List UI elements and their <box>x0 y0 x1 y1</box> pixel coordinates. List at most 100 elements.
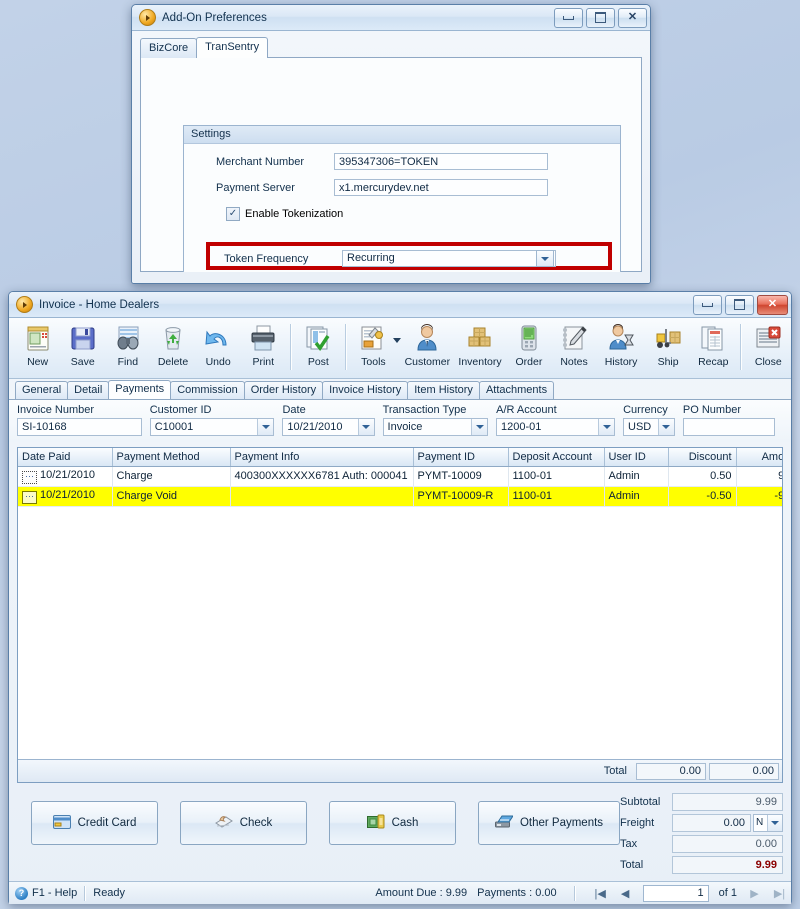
addon-window-body: BizCore TranSentry Settings Merchant Num… <box>132 31 650 283</box>
cash-button[interactable]: Cash <box>329 801 456 845</box>
next-record-button[interactable]: ▶ <box>747 887 762 900</box>
toolbar-find-button[interactable]: Find <box>105 321 150 376</box>
grid-empty-area[interactable] <box>18 506 782 759</box>
toolbar-history-button[interactable]: History <box>597 321 646 376</box>
addon-titlebar: Add-On Preferences ✕ <box>132 5 650 31</box>
header-field-labels: Invoice Number Customer ID Date Transact… <box>17 404 783 416</box>
undo-arrow-icon <box>203 321 233 355</box>
chevron-down-icon[interactable] <box>471 419 488 435</box>
order-device-icon <box>514 321 544 355</box>
chevron-down-icon[interactable] <box>767 814 782 831</box>
enable-tokenization-row[interactable]: ✓ Enable Tokenization <box>226 207 620 221</box>
chevron-down-icon[interactable] <box>657 419 674 435</box>
chevron-down-icon[interactable] <box>536 250 554 267</box>
cell-user-id: Admin <box>604 486 669 507</box>
cell-discount: 0.50 <box>668 466 737 487</box>
col-discount[interactable]: Discount <box>668 448 737 467</box>
tab-payments[interactable]: Payments <box>108 380 172 399</box>
row-selector-icon[interactable]: ⋯ <box>22 490 37 504</box>
freight-type-combo[interactable]: N <box>753 813 783 832</box>
tab-order-history[interactable]: Order History <box>243 381 324 399</box>
minimize-button[interactable] <box>693 294 722 315</box>
addon-window-controls: ✕ <box>554 7 647 28</box>
invoice-number-label: Invoice Number <box>17 404 95 416</box>
payment-server-input[interactable]: x1.mercurydev.net <box>334 179 548 196</box>
toolbar-inventory-button[interactable]: Inventory <box>454 321 507 376</box>
minimize-button[interactable] <box>554 7 583 28</box>
credit-card-button[interactable]: Credit Card <box>31 801 158 845</box>
tab-item-history[interactable]: Item History <box>407 381 480 399</box>
col-payment-id[interactable]: Payment ID <box>413 448 509 467</box>
toolbar-tools-button[interactable]: Tools <box>351 321 396 376</box>
toolbar-print-button[interactable]: Print <box>241 321 286 376</box>
tab-detail[interactable]: Detail <box>67 381 110 399</box>
toolbar-ship-button[interactable]: Ship <box>646 321 691 376</box>
col-payment-info[interactable]: Payment Info <box>230 448 414 467</box>
currency-value: USD <box>628 421 652 433</box>
tab-invoice-history[interactable]: Invoice History <box>322 381 409 399</box>
record-number-input[interactable]: 1 <box>642 884 709 902</box>
token-frequency-combo[interactable]: Recurring <box>342 250 556 267</box>
tab-general[interactable]: General <box>15 381 69 399</box>
toolbar-customer-button[interactable]: Customer <box>401 321 454 376</box>
chevron-down-icon[interactable] <box>598 419 614 435</box>
tab-transentry[interactable]: TranSentry <box>196 37 269 58</box>
freight-value[interactable]: 0.00 <box>672 813 751 832</box>
col-payment-method[interactable]: Payment Method <box>112 448 231 467</box>
chevron-down-icon[interactable] <box>257 419 274 435</box>
other-payments-button[interactable]: Other Payments <box>478 801 620 845</box>
tools-dropdown-arrow-icon[interactable] <box>393 338 401 343</box>
freight-type-value: N <box>756 817 764 828</box>
col-deposit-account[interactable]: Deposit Account <box>508 448 605 467</box>
currency-combo[interactable]: USD <box>623 418 675 436</box>
toolbar-customer-label: Customer <box>404 356 451 368</box>
status-text: Ready <box>93 887 126 899</box>
close-window-icon <box>753 321 783 355</box>
ar-account-combo[interactable]: 1200-01 <box>496 418 615 436</box>
customer-id-label: Customer ID <box>149 404 212 416</box>
payment-server-label: Payment Server <box>216 181 295 194</box>
table-row[interactable]: ⋯ 10/21/2010 Charge 400300XXXXXX6781 Auth… <box>18 466 782 487</box>
first-record-button[interactable]: |◀ <box>593 887 608 900</box>
toolbar-post-button[interactable]: Post <box>296 321 341 376</box>
toolbar-recap-button[interactable]: Recap <box>691 321 736 376</box>
maximize-button[interactable] <box>586 7 615 28</box>
tools-icon <box>358 321 388 355</box>
chevron-down-icon[interactable] <box>357 419 374 435</box>
toolbar-close-button[interactable]: Close <box>746 321 791 376</box>
toolbar-new-button[interactable]: New <box>15 321 60 376</box>
other-payments-icon <box>494 814 514 832</box>
col-user-id[interactable]: User ID <box>604 448 669 467</box>
merchant-number-row: Merchant Number 395347306=TOKEN <box>216 153 620 170</box>
previous-record-button[interactable]: ◀ <box>618 887 633 900</box>
date-combo[interactable]: 10/21/2010 <box>282 418 375 436</box>
maximize-button[interactable] <box>725 294 754 315</box>
table-row[interactable]: ⋯ 10/21/2010 Charge Void PYMT-10009-R 110… <box>18 486 782 507</box>
maximize-icon <box>734 299 745 310</box>
tab-bizcore[interactable]: BizCore <box>140 38 198 58</box>
col-amount[interactable]: Amount <box>736 448 782 467</box>
transaction-type-combo[interactable]: Invoice <box>382 418 489 436</box>
toolbar-notes-button[interactable]: Notes <box>551 321 596 376</box>
close-button[interactable]: ✕ <box>618 7 647 28</box>
enable-tokenization-checkbox[interactable]: ✓ <box>226 207 240 221</box>
invoice-number-input[interactable]: SI-10168 <box>17 418 142 436</box>
tab-commission[interactable]: Commission <box>170 381 245 399</box>
close-button[interactable]: ✕ <box>757 294 788 315</box>
col-date-paid[interactable]: Date Paid <box>18 448 113 467</box>
toolbar-order-button[interactable]: Order <box>506 321 551 376</box>
toolbar-save-button[interactable]: Save <box>60 321 105 376</box>
help-button[interactable]: ? F1 - Help <box>15 886 77 900</box>
toolbar-delete-button[interactable]: Delete <box>150 321 195 376</box>
row-selector-icon[interactable]: ⋯ <box>22 470 37 484</box>
toolbar-find-label: Find <box>117 356 139 368</box>
toolbar-undo-button[interactable]: Undo <box>196 321 241 376</box>
last-record-button[interactable]: ▶| <box>772 887 787 900</box>
check-button[interactable]: Check <box>180 801 307 845</box>
customer-id-combo[interactable]: C10001 <box>149 418 275 436</box>
cell-payment-id: PYMT-10009 <box>413 466 509 487</box>
cash-money-icon <box>366 814 385 832</box>
po-number-input[interactable] <box>682 418 775 436</box>
tab-attachments[interactable]: Attachments <box>478 381 555 399</box>
merchant-number-input[interactable]: 395347306=TOKEN <box>334 153 548 170</box>
